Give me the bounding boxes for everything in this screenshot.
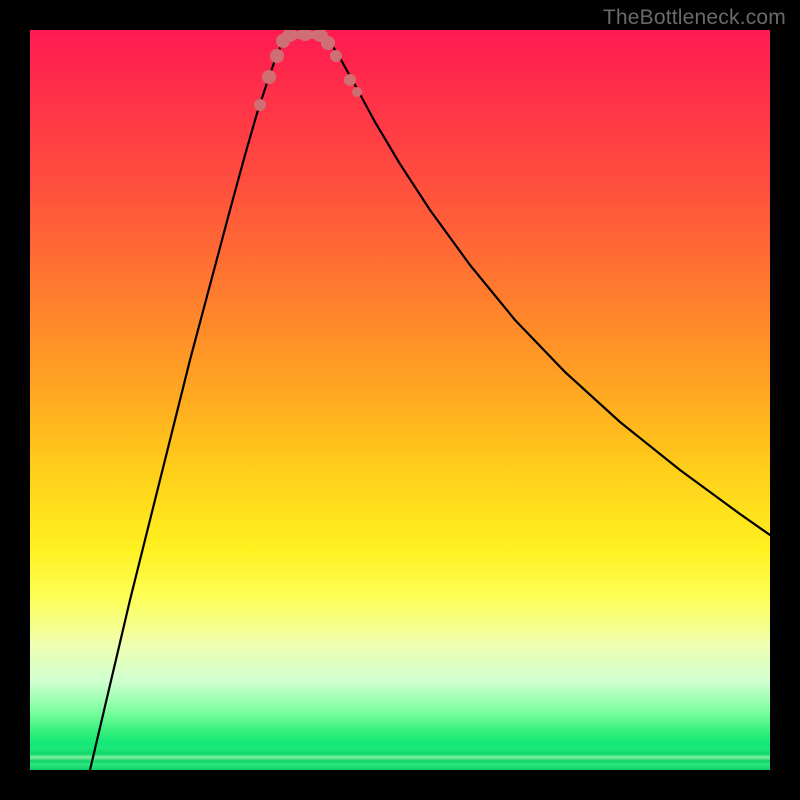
- left-marker-1: [254, 99, 266, 111]
- curve-layer: [30, 30, 770, 770]
- floor-marker-2: [298, 30, 312, 41]
- plot-area: [30, 30, 770, 770]
- left-marker-2: [262, 70, 276, 84]
- series-left-curve: [90, 36, 285, 770]
- right-marker-2: [330, 50, 342, 62]
- series-right-curve: [325, 36, 770, 535]
- right-marker-3: [344, 74, 356, 86]
- chart-frame: TheBottleneck.com: [0, 0, 800, 800]
- right-marker-4: [352, 87, 362, 97]
- left-marker-3: [270, 49, 284, 63]
- right-marker-1: [321, 36, 335, 50]
- watermark-text: TheBottleneck.com: [603, 6, 786, 30]
